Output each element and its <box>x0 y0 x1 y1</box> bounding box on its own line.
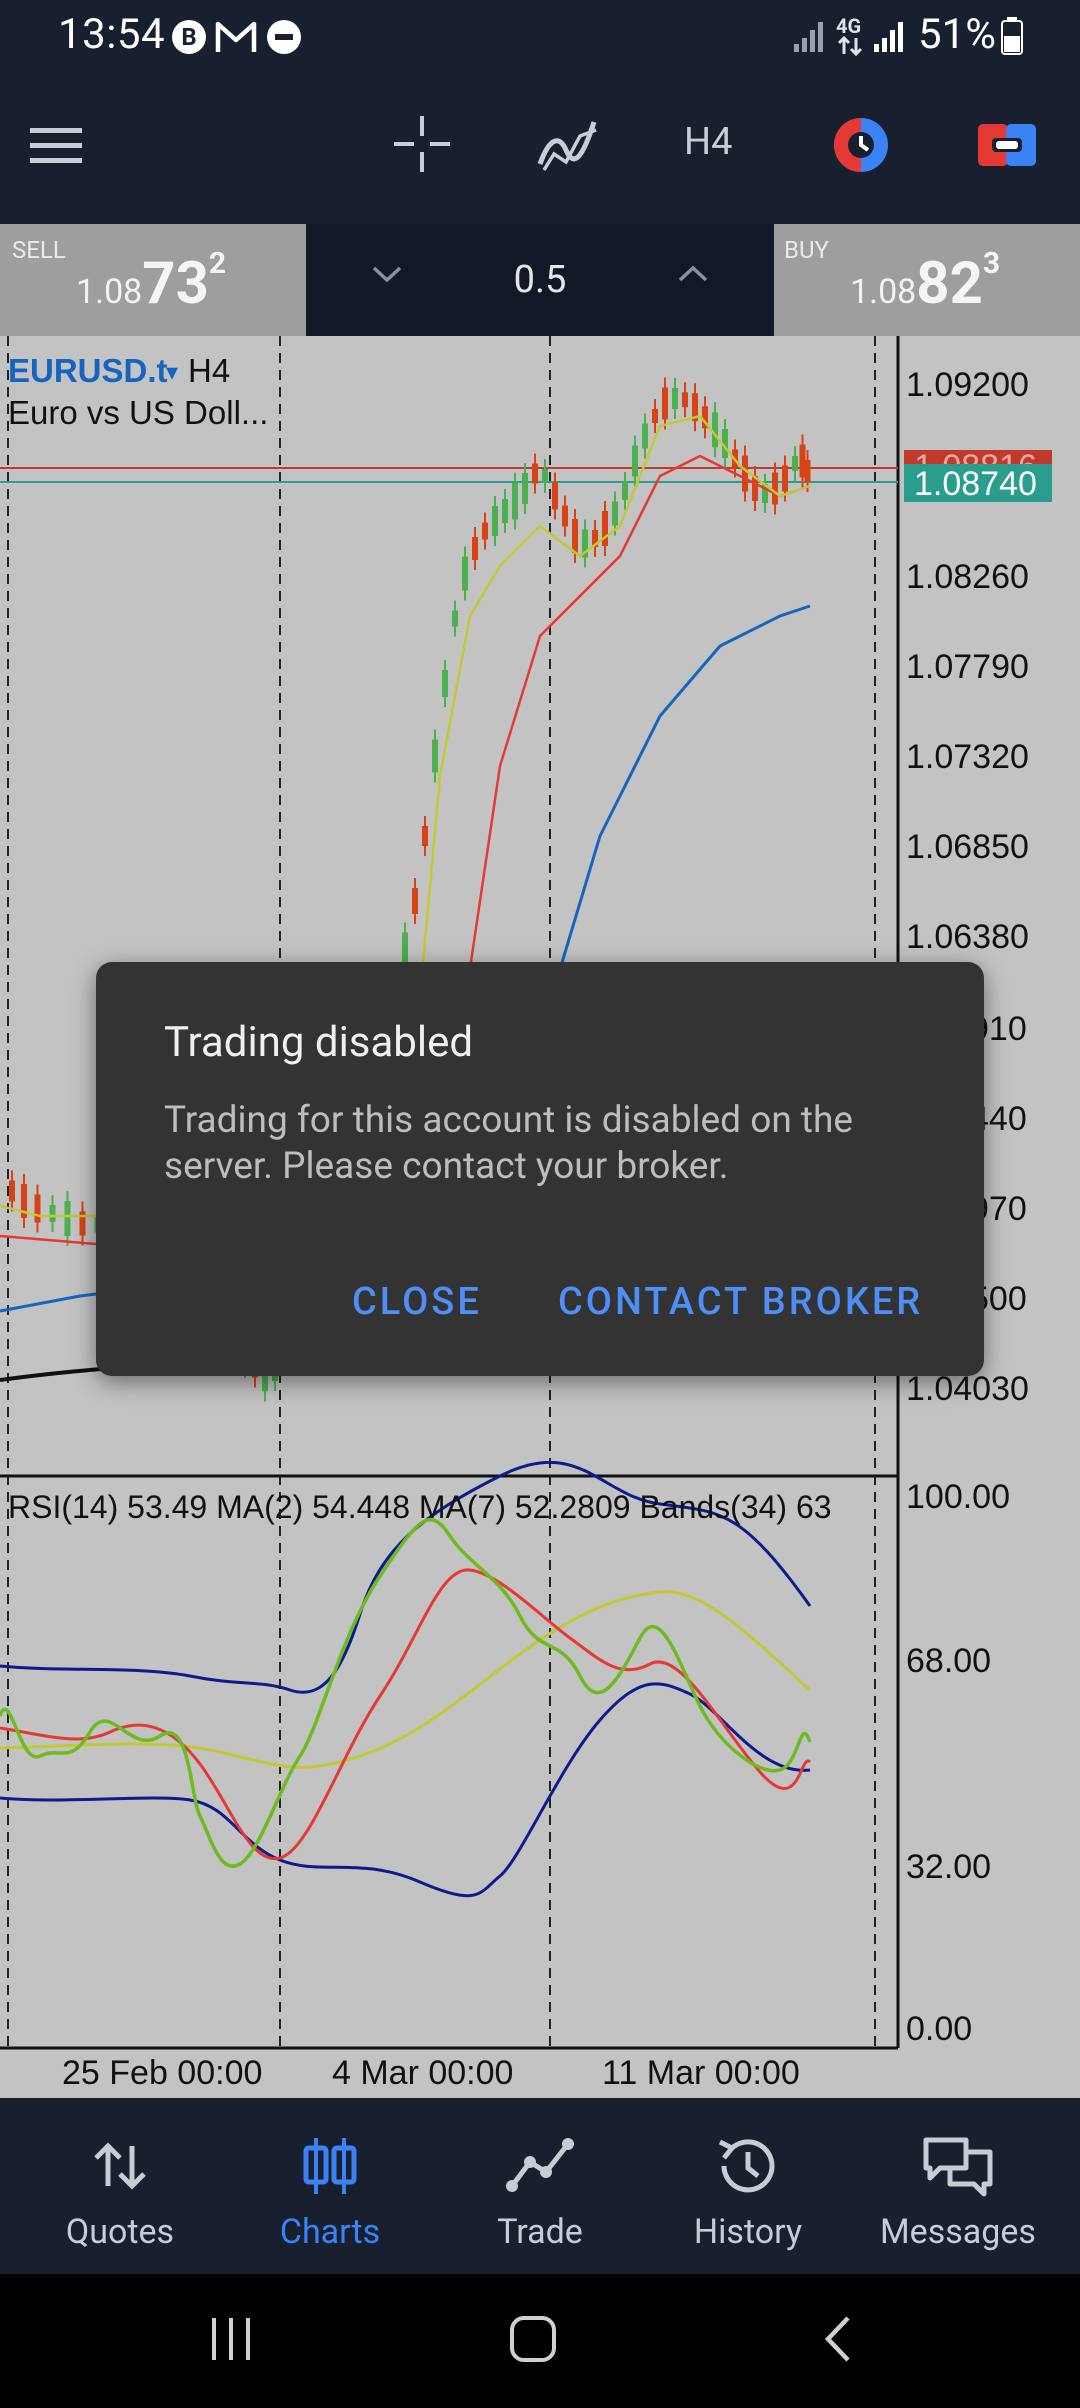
dialog-message: Trading for this account is disabled on … <box>164 1099 854 1188</box>
menu-icon[interactable] <box>30 126 84 166</box>
timeframe-button[interactable]: H4 <box>684 120 732 164</box>
nav-history[interactable]: History <box>640 2098 856 2274</box>
battery-icon <box>1001 17 1023 55</box>
buy-price-sup: 3 <box>982 246 1001 281</box>
nav-messages[interactable]: Messages <box>850 2098 1066 2274</box>
chart-toolbar: H4 <box>0 72 1080 224</box>
time-axis: 25 Feb 00:00 4 Mar 00:00 11 Mar 00:00 <box>62 2054 800 2092</box>
buy-price-prefix: 1.08 <box>850 272 917 312</box>
nav-messages-label: Messages <box>880 2212 1036 2252</box>
quotes-icon <box>94 2142 146 2190</box>
buy-button[interactable]: BUY 1.08823 <box>774 224 1080 336</box>
signal-icon-1 <box>794 22 823 52</box>
nav-charts[interactable]: Charts <box>222 2098 438 2274</box>
price-tick: 1.07320 <box>906 738 1029 776</box>
charts-icon <box>303 2138 357 2194</box>
data-arrows-icon <box>837 36 863 56</box>
rsi-lower-band <box>0 1682 811 1898</box>
contact-broker-button[interactable]: CONTACT BROKER <box>558 1280 923 1324</box>
system-navigation-bar <box>0 2274 1080 2408</box>
close-button[interactable]: CLOSE <box>352 1280 482 1324</box>
messages-icon <box>923 2137 993 2197</box>
buy-price: 1.08823 <box>850 246 1000 318</box>
color-scheme-icon[interactable] <box>830 114 892 176</box>
price-tick: 1.09200 <box>906 366 1029 404</box>
volume-control: 0.5 <box>306 224 774 336</box>
back-button[interactable] <box>818 2314 858 2364</box>
status-bar: 13:54 B 4G 51% <box>0 0 1080 72</box>
status-time: 13:54 <box>58 10 166 59</box>
symbol-info[interactable]: EURUSD.t ▾ H4 Euro vs US Doll... <box>8 352 268 431</box>
network-type: 4G <box>836 14 862 38</box>
recents-button[interactable] <box>206 2314 256 2364</box>
nav-charts-label: Charts <box>279 2212 381 2252</box>
bottom-navigation: Quotes Charts Trade History Messages <box>0 2098 1080 2274</box>
symbol-dropdown-icon[interactable]: ▾ <box>166 359 178 386</box>
nav-trade[interactable]: Trade <box>432 2098 648 2274</box>
price-tick: 1.06850 <box>906 828 1029 866</box>
nav-quotes-label: Quotes <box>65 2212 175 2252</box>
rsi-ma-fast <box>0 1568 812 1861</box>
rsi-tick: 0.00 <box>906 2010 972 2048</box>
crosshair-icon[interactable] <box>392 114 452 174</box>
price-tick: 1.07790 <box>906 648 1029 686</box>
rsi-tick: 68.00 <box>906 1642 991 1680</box>
b-circle-icon: B <box>172 20 206 54</box>
nav-trade-label: Trade <box>497 2212 583 2252</box>
rsi-tick: 100.00 <box>906 1478 1010 1516</box>
home-button[interactable] <box>508 2314 558 2364</box>
sell-price-prefix: 1.08 <box>76 272 143 312</box>
time-tick: 11 Mar 00:00 <box>602 2054 800 2092</box>
signal-icon-2 <box>874 22 903 52</box>
trading-disabled-dialog: Trading disabled Trading for this accoun… <box>96 962 984 1376</box>
time-tick: 4 Mar 00:00 <box>332 2054 513 2092</box>
symbol-description: Euro vs US Doll... <box>8 394 268 431</box>
price-tick: 1.08260 <box>906 558 1029 596</box>
symbol-timeframe: H4 <box>188 352 230 389</box>
rsi-title: RSI(14) 53.49 MA(2) 54.448 MA(7) 52.2809… <box>8 1489 832 1525</box>
volume-increase-icon[interactable] <box>676 262 710 286</box>
history-icon <box>718 2139 775 2193</box>
sell-button[interactable]: SELL 1.08732 <box>0 224 306 336</box>
buy-price-big: 82 <box>916 250 983 318</box>
sell-price-big: 73 <box>142 250 209 318</box>
rsi-tick: 32.00 <box>906 1848 991 1886</box>
sell-label: SELL <box>12 236 66 264</box>
current-price-text: 1.08740 <box>914 465 1037 503</box>
gmail-icon <box>215 21 257 52</box>
price-tick: 1.06380 <box>906 918 1029 956</box>
nav-history-label: History <box>693 2212 803 2252</box>
nav-quotes[interactable]: Quotes <box>12 2098 228 2274</box>
buy-label: BUY <box>784 236 829 264</box>
indicators-icon[interactable] <box>536 116 600 174</box>
time-tick: 25 Feb 00:00 <box>62 2054 262 2092</box>
rsi-indicator <box>0 1460 812 1898</box>
battery-percent: 51% <box>918 10 996 59</box>
sell-price-sup: 2 <box>208 246 227 281</box>
dnd-icon <box>267 20 301 54</box>
trade-icon <box>506 2138 574 2192</box>
dialog-title: Trading disabled <box>164 1018 474 1067</box>
rsi-axis: 100.00 68.00 32.00 0.00 <box>906 1478 1010 2048</box>
symbol-name[interactable]: EURUSD.t <box>8 352 168 389</box>
trade-toggle-icon[interactable] <box>976 120 1038 170</box>
sell-price: 1.08732 <box>76 246 226 318</box>
